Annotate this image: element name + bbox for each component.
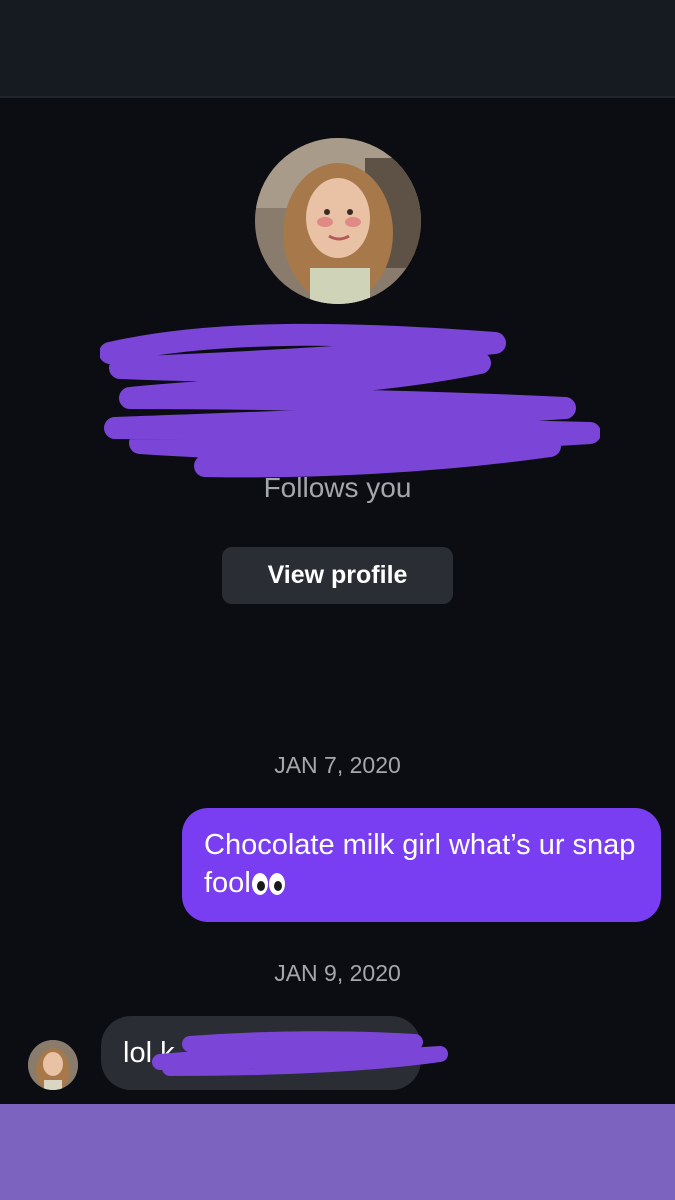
follows-you-label: Follows you bbox=[263, 472, 412, 503]
sent-message-bubble[interactable]: Chocolate milk girl what’s ur snap fool bbox=[182, 808, 661, 922]
message-redaction-scribble bbox=[152, 1031, 448, 1076]
redaction-scribble bbox=[100, 323, 600, 478]
date-separator: JAN 9, 2020 bbox=[274, 960, 401, 986]
profile-avatar[interactable] bbox=[255, 138, 421, 304]
top-navigation-bar bbox=[0, 0, 675, 98]
date-separator: JAN 7, 2020 bbox=[274, 752, 401, 778]
sender-photo bbox=[28, 1040, 78, 1090]
view-profile-button[interactable]: View profile bbox=[222, 547, 453, 604]
eyes-emoji-icon bbox=[251, 867, 285, 899]
sender-avatar[interactable] bbox=[28, 1040, 78, 1090]
bottom-redaction-bar bbox=[0, 1104, 675, 1200]
profile-photo bbox=[255, 138, 421, 304]
